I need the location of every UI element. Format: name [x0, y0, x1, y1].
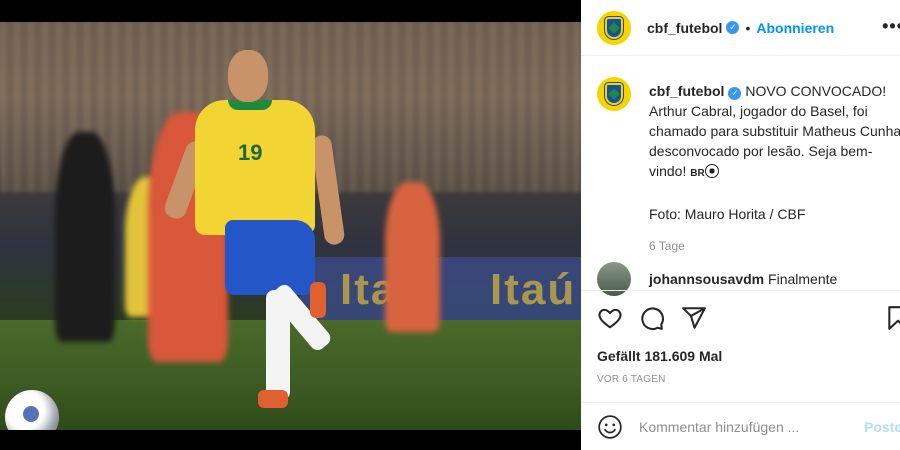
post-photo[interactable]: Itaú Itaú 19 — [0, 22, 581, 430]
referee — [55, 132, 115, 342]
featured-player: 19 — [161, 50, 350, 420]
bookmark-icon[interactable] — [885, 305, 900, 331]
caption-credit: Foto: Mauro Horita / CBF — [649, 206, 806, 222]
more-options-icon[interactable]: ••• — [882, 16, 900, 37]
caption-line: desconvocado por lesão. Seja bem- — [649, 143, 873, 159]
jersey-number: 19 — [238, 140, 263, 165]
post-photo-pane: Itaú Itaú 19 — [0, 0, 581, 450]
caption-line: Arthur Cabral, jogador do Basel, foi — [649, 103, 868, 119]
verified-badge-icon: ✓ — [726, 21, 740, 34]
add-comment-bar: Posten — [581, 402, 900, 450]
cbf-crest-icon — [605, 16, 623, 39]
comment-input[interactable] — [639, 418, 839, 435]
separator-dot: • — [745, 19, 751, 36]
post-comment-button[interactable]: Posten — [864, 419, 900, 435]
author-username[interactable]: cbf_futebol — [647, 20, 722, 36]
brazil-flag-emoji: BR — [690, 168, 705, 179]
background-player — [385, 182, 440, 332]
share-icon[interactable] — [681, 305, 707, 331]
caption: cbf_futebol ✓ NOVO CONVOCADO! Arthur Cabr… — [649, 81, 900, 256]
cbf-crest-icon — [605, 83, 623, 105]
post-side-panel: cbf_futebol ✓ • Abonnieren ••• cbf_futeb… — [581, 0, 900, 450]
caption-line: chamado para substituir Matheus Cunha, — [649, 123, 900, 139]
follow-button[interactable]: Abonnieren — [756, 20, 834, 36]
comment-icon[interactable] — [639, 305, 665, 331]
caption-line: vindo! — [649, 163, 687, 179]
caption-author-avatar[interactable] — [597, 77, 631, 111]
post-date[interactable]: VOR 6 TAGEN — [597, 374, 666, 385]
post-actions: Gefällt 181.609 Mal VOR 6 TAGEN — [581, 290, 900, 402]
caption-timestamp[interactable]: 6 Tage — [649, 236, 900, 256]
comment-text: Finalmente — [768, 271, 838, 287]
soccer-ball-emoji-icon — [704, 164, 719, 178]
caption-username[interactable]: cbf_futebol — [649, 83, 724, 99]
heart-icon[interactable] — [597, 305, 623, 331]
smiley-icon[interactable] — [597, 414, 623, 440]
post-header: cbf_futebol ✓ • Abonnieren ••• — [581, 0, 900, 56]
verified-badge-icon: ✓ — [728, 87, 742, 100]
ad-text: Itaú — [490, 265, 577, 314]
comment-username[interactable]: johannsousavdm — [649, 271, 764, 287]
caption-area: cbf_futebol ✓ NOVO CONVOCADO! Arthur Cabr… — [581, 57, 900, 289]
caption-line: NOVO CONVOCADO! — [745, 83, 887, 99]
author-avatar[interactable] — [597, 10, 631, 45]
like-count[interactable]: Gefällt 181.609 Mal — [597, 348, 722, 364]
